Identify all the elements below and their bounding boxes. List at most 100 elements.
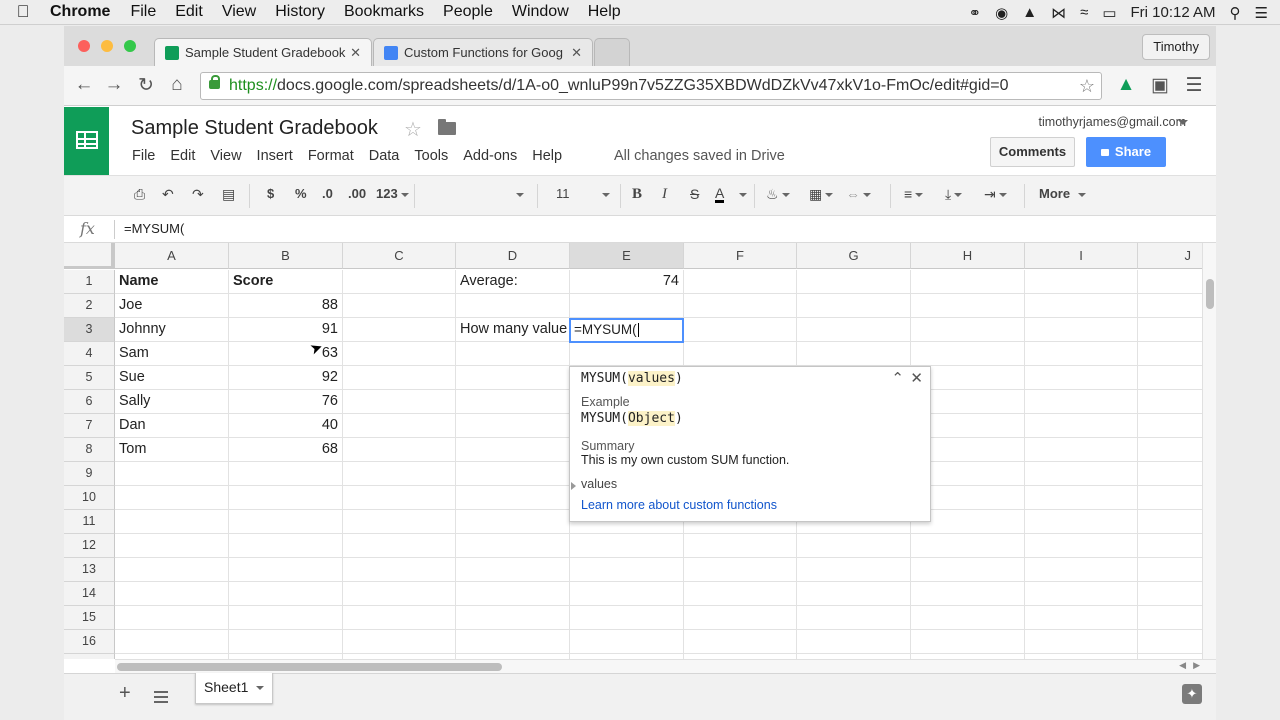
grid-cell[interactable] <box>911 342 1025 366</box>
grid-cell[interactable] <box>229 462 343 486</box>
grid-cell[interactable] <box>343 510 456 534</box>
grid-cell[interactable] <box>1025 462 1138 486</box>
close-window-button[interactable] <box>78 40 90 52</box>
grid-cell[interactable] <box>115 558 229 582</box>
grid-cell[interactable] <box>797 558 911 582</box>
cell-b4[interactable]: 63 <box>229 342 343 366</box>
clock[interactable]: Fri 10:12 AM <box>1131 4 1216 21</box>
menubar-window[interactable]: Window <box>512 3 569 21</box>
column-header-a[interactable]: A <box>115 243 229 269</box>
grid-cell[interactable] <box>911 294 1025 318</box>
notification-center-icon[interactable]: ☰ <box>1255 4 1268 22</box>
row-header-3[interactable]: 3 <box>64 318 115 342</box>
close-tab-icon[interactable]: ✕ <box>350 45 361 61</box>
learn-more-link[interactable]: Learn more about custom functions <box>581 498 777 512</box>
menu-edit[interactable]: Edit <box>170 148 195 164</box>
move-to-folder-icon[interactable] <box>438 119 456 135</box>
tab-custom-functions[interactable]: Custom Functions for Goog ✕ <box>373 38 593 66</box>
font-size-value[interactable]: 11 <box>556 186 570 201</box>
cell-a4[interactable]: Sam <box>115 342 229 366</box>
grid-cell[interactable] <box>343 414 456 438</box>
account-email[interactable]: timothyrjames@gmail.com <box>1039 115 1186 129</box>
reload-icon[interactable]: ↻ <box>134 74 158 97</box>
cast-icon[interactable]: ▣ <box>1148 74 1172 97</box>
merge-cells-icon[interactable]: ⇔ <box>846 186 871 202</box>
redo-icon[interactable]: ↷ <box>192 186 204 203</box>
row-header-15[interactable]: 15 <box>64 606 115 630</box>
grid-cell[interactable] <box>343 462 456 486</box>
vertical-scroll-thumb[interactable] <box>1206 279 1214 309</box>
profile-button[interactable]: Timothy <box>1142 34 1210 60</box>
text-color-dropdown[interactable] <box>736 186 747 202</box>
row-header-1[interactable]: 1 <box>64 270 115 294</box>
grid-cell[interactable] <box>797 342 911 366</box>
grid-cell[interactable] <box>911 606 1025 630</box>
spotlight-search-icon[interactable]: ⚲ <box>1230 4 1241 22</box>
cell-b7[interactable]: 40 <box>229 414 343 438</box>
parameter-values[interactable]: values <box>581 477 617 491</box>
grid-cell[interactable] <box>343 270 456 294</box>
scroll-left-icon[interactable]: ◀ <box>1179 660 1186 671</box>
grid-cell[interactable] <box>229 486 343 510</box>
grid-cell[interactable] <box>115 462 229 486</box>
formula-input[interactable]: =MYSUM( <box>124 221 184 236</box>
grid-cell[interactable] <box>343 438 456 462</box>
grid-cell[interactable] <box>1025 582 1138 606</box>
grid-cell[interactable] <box>456 390 570 414</box>
new-tab-button[interactable] <box>594 38 630 66</box>
address-bar[interactable]: https://docs.google.com/spreadsheets/d/1… <box>200 72 1102 100</box>
grid-cell[interactable] <box>570 294 684 318</box>
grid-cell[interactable] <box>115 486 229 510</box>
row-header-14[interactable]: 14 <box>64 582 115 606</box>
grid-cell[interactable] <box>684 606 797 630</box>
cell-a2[interactable]: Joe <box>115 294 229 318</box>
font-size-dropdown[interactable] <box>599 186 610 202</box>
column-header-i[interactable]: I <box>1025 243 1138 269</box>
share-button[interactable]: Share <box>1086 137 1166 167</box>
grid-cell[interactable] <box>1025 318 1138 342</box>
grid-cell[interactable] <box>1025 486 1138 510</box>
cell-b5[interactable]: 92 <box>229 366 343 390</box>
menu-help[interactable]: Help <box>532 148 562 164</box>
grid-cell[interactable] <box>570 558 684 582</box>
row-header-5[interactable]: 5 <box>64 366 115 390</box>
decrease-decimal-button[interactable]: .0 <box>322 186 333 201</box>
grid-cell[interactable] <box>115 582 229 606</box>
grid-cell[interactable] <box>1025 342 1138 366</box>
grid-cell[interactable] <box>456 342 570 366</box>
grid-cell[interactable] <box>684 582 797 606</box>
grid-cell[interactable] <box>797 318 911 342</box>
menubar-help[interactable]: Help <box>588 3 621 21</box>
document-title[interactable]: Sample Student Gradebook <box>131 117 378 140</box>
row-header-6[interactable]: 6 <box>64 390 115 414</box>
grid-cell[interactable] <box>229 558 343 582</box>
grid-cell[interactable] <box>343 558 456 582</box>
horizontal-scrollbar[interactable]: ◀ ▶ <box>115 659 1216 673</box>
grid-cell[interactable] <box>570 606 684 630</box>
cell-a1[interactable]: Name <box>115 270 229 294</box>
column-header-g[interactable]: G <box>797 243 911 269</box>
row-header-11[interactable]: 11 <box>64 510 115 534</box>
menu-insert[interactable]: Insert <box>257 148 293 164</box>
increase-decimal-button[interactable]: .00 <box>348 186 366 201</box>
grid-cell[interactable] <box>456 414 570 438</box>
vertical-align-icon[interactable]: ⤓ <box>945 186 963 203</box>
grid-cell[interactable] <box>229 606 343 630</box>
record-icon[interactable]: ◉ <box>995 4 1008 22</box>
grid-cell[interactable] <box>1025 534 1138 558</box>
grid-cell[interactable] <box>456 510 570 534</box>
account-dropdown-icon[interactable] <box>1178 120 1188 125</box>
row-header-7[interactable]: 7 <box>64 414 115 438</box>
grid-cell[interactable] <box>684 558 797 582</box>
menu-tools[interactable]: Tools <box>414 148 448 164</box>
cell-b1[interactable]: Score <box>229 270 343 294</box>
row-header-9[interactable]: 9 <box>64 462 115 486</box>
italic-button[interactable]: I <box>662 186 667 203</box>
grid-cell[interactable] <box>456 294 570 318</box>
grid-cell[interactable] <box>1025 270 1138 294</box>
grid-cell[interactable] <box>456 486 570 510</box>
fill-color-icon[interactable]: ♨ <box>766 186 790 203</box>
wifi-icon[interactable]: ≈ <box>1080 4 1088 21</box>
select-all-corner[interactable] <box>64 243 115 269</box>
print-icon[interactable]: ⎙ <box>134 186 145 203</box>
